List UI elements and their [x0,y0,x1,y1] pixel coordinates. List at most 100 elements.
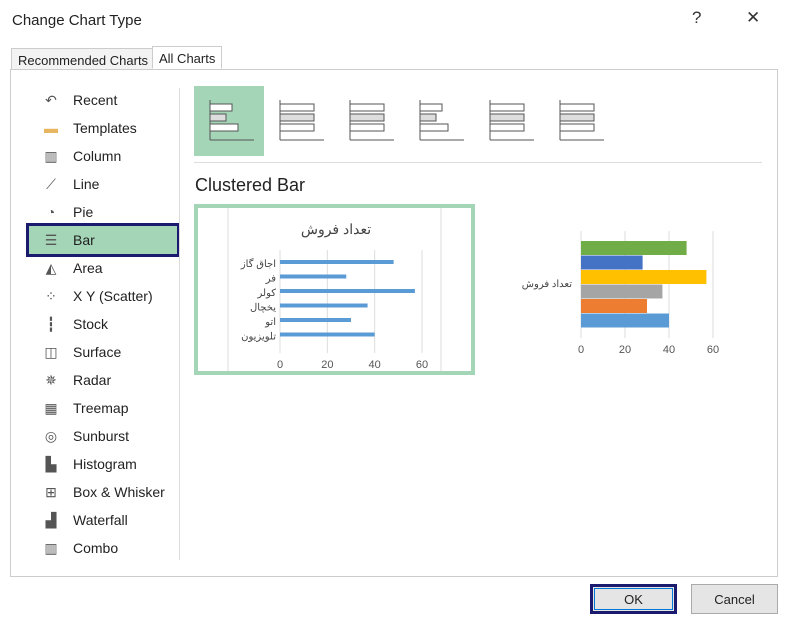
bar [581,299,647,313]
column-chart-icon: ▥ [44,148,58,164]
line-chart-icon: ⟋ [46,176,56,192]
x-tick-label: 20 [321,359,333,371]
category-label: تعداد فروش [522,279,572,290]
sidebar-item-recent[interactable]: ↶ Recent [29,86,177,114]
sidebar-item-radar[interactable]: ✵ Radar [29,366,177,394]
sidebar-item-label: Line [73,176,100,192]
x-tick-label: 40 [369,359,381,371]
x-tick-label: 20 [619,344,631,356]
divider [194,162,762,163]
sidebar-item-label: Waterfall [73,512,128,528]
close-button[interactable]: ✕ [746,8,760,28]
sidebar-item-sunburst[interactable]: ◎ Sunburst [29,422,177,450]
sidebar-item-label: Area [73,260,103,276]
bar [581,241,687,255]
preview-chart-1: 0 20 40 60 اجاق گاز فر کولر یخچال اتو تلویزیون تعد… [227,208,442,371]
bar [581,313,669,328]
bar [581,255,643,270]
subtype-100-stacked-bar[interactable] [334,86,404,156]
waterfall-icon: ▟ [45,512,57,528]
subtype-3d-stacked-bar[interactable] [474,86,544,156]
chart-panel: ↶ Recent ▬ Templates ▥ Column ⟋ Line ◔ Pie ☰ Bar ◭ Ar… [10,69,778,577]
subtype-clustered-bar[interactable] [194,86,264,156]
sidebar-item-area[interactable]: ◭ Area [29,254,177,282]
dialog-title: Change Chart Type [12,12,142,29]
sidebar-item-label: Combo [73,540,119,556]
sidebar-item-waterfall[interactable]: ▟ Waterfall [29,506,177,534]
bar [581,270,707,284]
sidebar-item-column[interactable]: ▥ Column [29,142,177,170]
3d-stacked-bar-icon [489,100,534,141]
x-tick-label: 60 [707,344,719,356]
treemap-icon: ▦ [44,400,58,416]
sidebar-item-label: Treemap [73,400,129,416]
subtype-3d-100-stacked-bar[interactable] [544,86,614,156]
stacked-bar-icon [279,100,324,141]
x-tick-label: 40 [663,344,675,356]
category-label: اجاق گاز [240,258,276,270]
recent-icon: ↶ [45,92,57,108]
sidebar-item-templates[interactable]: ▬ Templates [29,114,177,142]
sidebar-item-line[interactable]: ⟋ Line [29,170,177,198]
sidebar-item-label: Recent [73,92,118,108]
sidebar-item-surface[interactable]: ◫ Surface [29,338,177,366]
box-whisker-icon: ⊞ [45,484,57,500]
tab-recommended-charts[interactable]: Recommended Charts [11,48,156,70]
bar [280,332,375,337]
combo-chart-icon: ▥ [44,540,58,556]
subtype-3d-clustered-bar[interactable] [404,86,474,156]
pie-chart-icon: ◔ [46,204,56,220]
sidebar-item-combo[interactable]: ▥ Combo [29,534,177,562]
divider [179,88,180,560]
area-chart-icon: ◭ [45,260,57,276]
3d-clustered-bar-icon [419,100,464,141]
bar [280,289,415,293]
scatter-chart-icon: ⁘ [45,288,57,304]
x-tick-label: 60 [416,359,428,371]
preview-clustered-bar-alt[interactable]: 0 20 40 60 تعداد فروش [508,208,723,371]
help-button[interactable]: ? [692,8,701,28]
x-tick-label: 0 [578,344,584,356]
sidebar-item-bar[interactable]: ☰ Bar [26,223,180,257]
preview-chart-2: 0 20 40 60 تعداد فروش [522,231,719,356]
stock-chart-icon: ┇ [46,316,56,332]
cancel-button[interactable]: Cancel [691,584,778,614]
preview-clustered-bar[interactable]: 0 20 40 60 اجاق گاز فر کولر یخچال اتو تلویزیون تعد… [194,204,475,375]
x-tick-label: 0 [277,359,283,371]
sidebar-item-stock[interactable]: ┇ Stock [29,310,177,338]
subtype-stacked-bar[interactable] [264,86,334,156]
sidebar-item-label: Pie [73,204,94,220]
histogram-icon: ▙ [45,456,57,472]
radar-chart-icon: ✵ [45,372,57,388]
sidebar-item-box-whisker[interactable]: ⊞ Box & Whisker [29,478,177,506]
surface-chart-icon: ◫ [44,344,58,360]
bar-chart-icon: ☰ [44,232,58,248]
category-label: فر [265,274,277,285]
chart-title: تعداد فروش [301,221,371,238]
sidebar-item-label: Radar [73,372,112,388]
sidebar-item-label: Column [73,148,122,164]
bar [280,260,394,264]
sidebar-item-label: X Y (Scatter) [73,288,153,304]
sidebar-item-label: Box & Whisker [73,484,165,500]
sidebar-item-label: Sunburst [73,428,130,444]
sidebar-item-label: Templates [73,120,137,136]
sidebar-item-label: Stock [73,316,109,332]
bar [280,303,368,308]
sidebar-item-label: Surface [73,344,122,360]
folder-icon: ▬ [44,120,58,136]
category-label: اتو [264,317,276,328]
bar [581,284,663,299]
sidebar-item-histogram[interactable]: ▙ Histogram [29,450,177,478]
title-bar: Change Chart Type ? ✕ [0,0,788,40]
bar [280,318,351,322]
sidebar-item-x-y-scatter[interactable]: ⁘ X Y (Scatter) [29,282,177,310]
sidebar-item-label: Histogram [73,456,137,472]
sidebar-item-treemap[interactable]: ▦ Treemap [29,394,177,422]
tab-all-charts[interactable]: All Charts [152,46,223,69]
category-label: یخچال [250,303,276,314]
ok-button[interactable]: OK [590,584,677,614]
sidebar-item-label: Bar [73,232,95,248]
bar [280,274,347,279]
sidebar-item-pie[interactable]: ◔ Pie [29,198,177,226]
